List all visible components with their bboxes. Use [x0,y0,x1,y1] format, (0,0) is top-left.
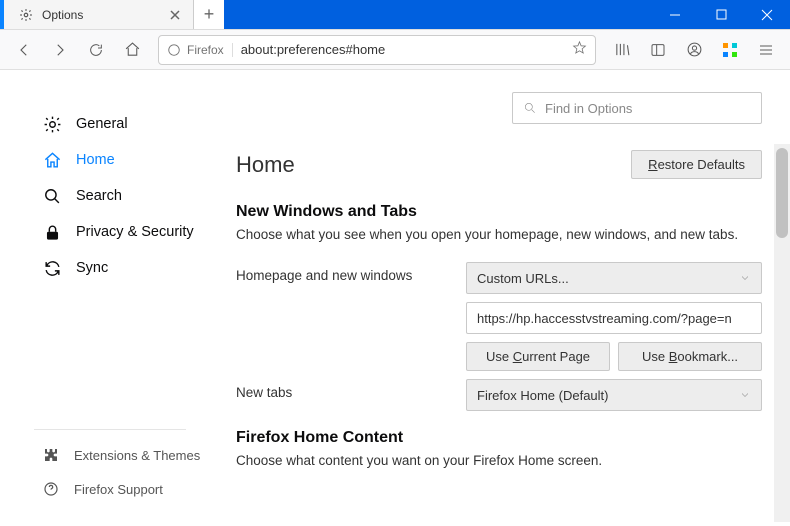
homepage-label: Homepage and new windows [236,262,466,371]
newtabs-select[interactable]: Firefox Home (Default) [466,379,762,411]
homepage-url-input[interactable] [466,302,762,334]
back-button[interactable] [8,34,40,66]
section-heading: New Windows and Tabs [236,203,762,221]
forward-button[interactable] [44,34,76,66]
help-icon [42,480,60,498]
restore-defaults-button[interactable]: Restore Defaults [631,150,762,179]
search-icon [42,186,62,206]
close-window-button[interactable] [744,0,790,29]
sidebar-item-label: Home [76,152,115,168]
firefox-icon [167,43,181,57]
new-tab-button[interactable]: + [194,0,224,29]
use-bookmark-button[interactable]: Use Bookmark... [618,342,762,371]
minimize-button[interactable] [652,0,698,29]
sidebar-item-home[interactable]: Home [0,142,220,178]
window-controls [652,0,790,29]
section-description: Choose what content you want on your Fir… [236,453,762,468]
search-icon [523,101,537,115]
sidebar-item-label: General [76,116,128,132]
account-button[interactable] [678,34,710,66]
page-title: Home [236,152,295,178]
gear-icon [42,114,62,134]
sidebar-item-search[interactable]: Search [0,178,220,214]
sidebar-item-label: Search [76,188,122,204]
url-bar[interactable]: Firefox about:preferences#home [158,35,596,65]
titlebar: Options + [0,0,790,30]
toolbar: Firefox about:preferences#home [0,30,790,70]
bookmark-star-icon[interactable] [572,40,587,60]
sidebar-item-extensions[interactable]: Extensions & Themes [0,438,220,472]
maximize-button[interactable] [698,0,744,29]
select-value: Firefox Home (Default) [477,388,608,403]
reload-button[interactable] [80,34,112,66]
extension-button[interactable] [714,34,746,66]
home-icon [42,150,62,170]
gear-icon [18,7,34,23]
sidebar-item-label: Firefox Support [74,482,163,497]
sidebar-item-label: Extensions & Themes [74,448,200,463]
preferences-sidebar: General Home Search Privacy & Security S… [0,70,220,526]
url-text: about:preferences#home [241,42,564,57]
library-button[interactable] [606,34,638,66]
use-current-page-button[interactable]: Use Current Page [466,342,610,371]
sidebar-item-support[interactable]: Firefox Support [0,472,220,506]
sidebar-item-label: Sync [76,260,108,276]
tab-close-button[interactable] [167,7,183,23]
identity-label: Firefox [187,43,224,57]
identity-box[interactable]: Firefox [167,43,233,57]
scrollbar-thumb[interactable] [776,148,788,238]
select-value: Custom URLs... [477,271,569,286]
sidebar-item-general[interactable]: General [0,106,220,142]
find-in-options-input[interactable]: Find in Options [512,92,762,124]
sidebar-toggle-button[interactable] [642,34,674,66]
newtabs-label: New tabs [236,379,466,411]
puzzle-icon [42,446,60,464]
home-button[interactable] [116,34,148,66]
sidebar-item-privacy[interactable]: Privacy & Security [0,214,220,250]
sidebar-item-label: Privacy & Security [76,224,194,240]
browser-tab[interactable]: Options [4,0,194,29]
section-description: Choose what you see when you open your h… [236,227,762,242]
homepage-mode-select[interactable]: Custom URLs... [466,262,762,294]
find-placeholder: Find in Options [545,101,632,116]
chevron-down-icon [739,389,751,401]
sidebar-item-sync[interactable]: Sync [0,250,220,286]
chevron-down-icon [739,272,751,284]
section-heading: Firefox Home Content [236,429,762,447]
menu-button[interactable] [750,34,782,66]
preferences-main: Find in Options Home Restore Defaults Ne… [220,70,790,526]
tab-title: Options [42,8,159,22]
sync-icon [42,258,62,278]
lock-icon [42,222,62,242]
scrollbar[interactable] [774,144,790,522]
